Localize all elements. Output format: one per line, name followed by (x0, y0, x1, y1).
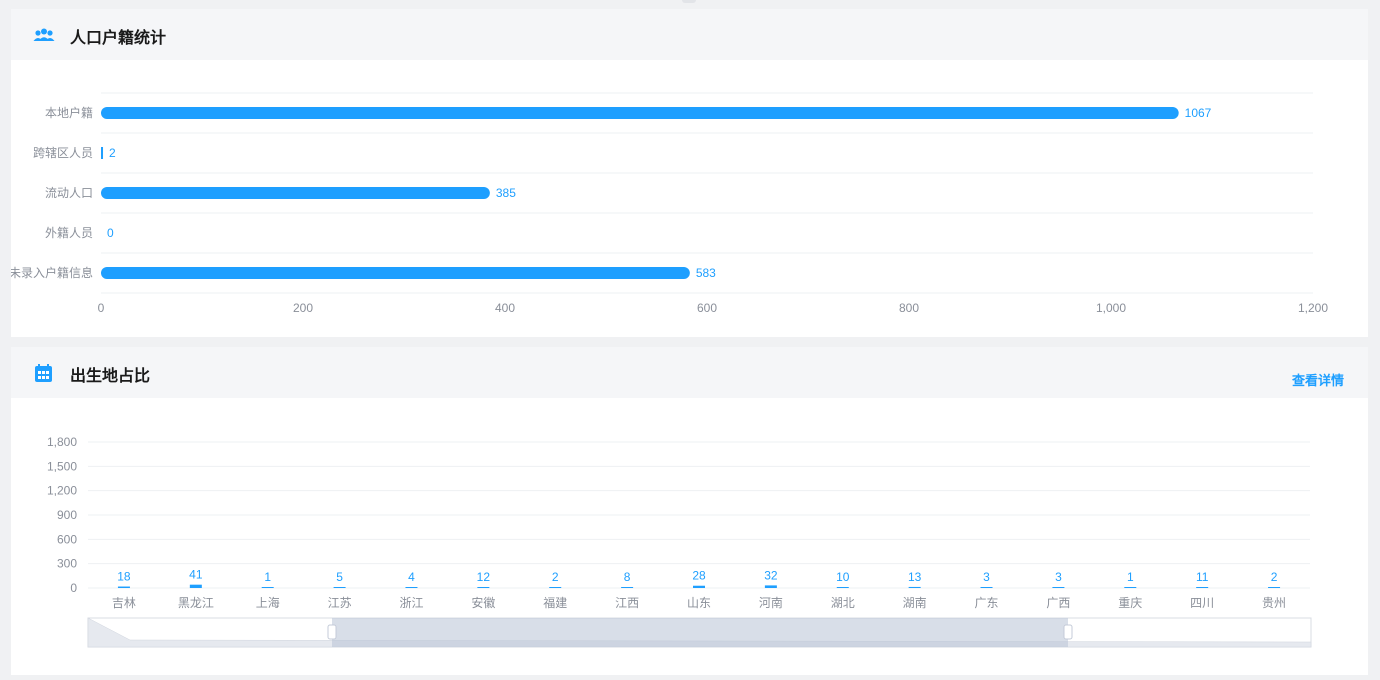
panel-title: 出生地占比 (70, 366, 151, 385)
bar (333, 587, 346, 588)
category-label: 上海 (256, 595, 280, 610)
category-label: 湖北 (831, 595, 855, 610)
data-label: 3 (1055, 570, 1062, 584)
bar (1052, 587, 1065, 588)
category-label: 湖南 (903, 595, 927, 610)
data-label: 1 (264, 570, 271, 584)
bar (101, 107, 1179, 119)
category-label: 重庆 (1118, 596, 1142, 610)
people-group-icon (33, 28, 55, 41)
bar (117, 586, 130, 588)
y-tick-label: 1,500 (47, 459, 77, 473)
category-label: 未录入户籍信息 (11, 265, 93, 280)
data-label: 28 (692, 569, 706, 583)
household-bar-chart: 0 200 400 600 800 1,000 1,200 本地户籍 1067 跨辖区人员 2 流动人… (11, 92, 1328, 315)
zoom-handle-right[interactable] (1063, 624, 1073, 640)
bar (1196, 587, 1209, 588)
category-label: 吉林 (112, 596, 136, 610)
data-label: 41 (189, 568, 203, 582)
calendar-icon (35, 364, 52, 382)
x-tick-label: 400 (495, 301, 515, 315)
category-label: 贵州 (1262, 596, 1286, 610)
data-label: 1 (1127, 570, 1134, 584)
category-label: 安徽 (471, 595, 495, 610)
x-tick-label: 0 (98, 301, 105, 315)
category-label: 江苏 (328, 596, 352, 610)
category-label: 流动人口 (45, 186, 93, 200)
data-label: 2 (552, 570, 559, 584)
view-details-link[interactable]: 查看详情 (1292, 370, 1344, 389)
data-label: 10 (836, 570, 850, 584)
bar (764, 585, 777, 588)
data-label: 0 (107, 226, 114, 240)
bar (1124, 587, 1137, 588)
bar (908, 586, 921, 588)
y-tick-label: 0 (70, 581, 77, 595)
panel-header: 出生地占比 查看详情 (11, 347, 1368, 398)
panel-title: 人口户籍统计 (70, 28, 167, 47)
birthplace-panel: 出生地占比 查看详情 0 300 600 900 1,200 1,500 1,800 18 吉林… (11, 347, 1368, 675)
x-tick-label: 1,000 (1096, 301, 1126, 315)
bar (477, 587, 490, 588)
data-label: 32 (764, 568, 778, 582)
x-tick-label: 1,200 (1298, 301, 1328, 315)
category-label: 浙江 (399, 596, 423, 610)
x-tick-label: 600 (697, 301, 717, 315)
bar (980, 587, 993, 588)
category-label: 黑龙江 (178, 596, 214, 610)
data-label: 8 (624, 570, 631, 584)
data-label: 4 (408, 570, 415, 584)
panel-header: 人口户籍统计 (11, 9, 1368, 60)
data-label: 13 (908, 570, 922, 584)
category-label: 广西 (1046, 596, 1070, 610)
data-zoom-slider[interactable] (87, 617, 1312, 648)
y-tick-label: 300 (57, 557, 77, 571)
bar (261, 587, 274, 588)
bar (405, 587, 418, 588)
zoom-selection (332, 618, 1068, 647)
bar (549, 587, 562, 588)
data-label: 5 (336, 570, 343, 584)
x-tick-label: 800 (899, 301, 919, 315)
data-label: 18 (117, 570, 131, 584)
data-label: 12 (477, 570, 491, 584)
top-scroll-indicator (682, 0, 696, 3)
category-label: 外籍人员 (45, 225, 93, 240)
bar (101, 147, 104, 159)
bar (1268, 587, 1281, 588)
y-tick-label: 600 (57, 532, 77, 546)
data-label: 583 (696, 266, 716, 280)
data-label: 1067 (1185, 106, 1212, 120)
bar (836, 587, 849, 588)
bar (693, 585, 705, 588)
data-label: 2 (1271, 570, 1278, 584)
bar (101, 187, 490, 199)
bar (621, 587, 634, 588)
data-label: 11 (1196, 570, 1209, 584)
category-label: 河南 (759, 595, 783, 610)
y-tick-label: 1,800 (47, 435, 77, 449)
category-label: 江西 (615, 596, 639, 610)
category-label: 四川 (1190, 596, 1214, 610)
bar (189, 584, 202, 588)
y-tick-label: 900 (57, 508, 77, 522)
bar (101, 267, 690, 279)
category-label: 福建 (543, 595, 567, 610)
category-label: 广东 (975, 596, 999, 610)
category-label: 跨辖区人员 (33, 145, 93, 160)
data-label: 2 (109, 146, 116, 160)
y-tick-label: 1,200 (47, 484, 77, 498)
data-label: 385 (496, 186, 516, 200)
data-label: 3 (983, 570, 990, 584)
category-label: 本地户籍 (45, 105, 93, 120)
category-label: 山东 (687, 596, 711, 610)
x-tick-label: 200 (293, 301, 313, 315)
zoom-handle-left[interactable] (327, 624, 337, 640)
household-registration-panel: 人口户籍统计 0 200 400 600 800 1,000 1,200 本地户籍 1067 跨辖… (11, 9, 1368, 337)
birthplace-bar-chart: 03006009001,2001,5001,80018吉林41黑龙江1上海5江苏… (47, 435, 1312, 648)
